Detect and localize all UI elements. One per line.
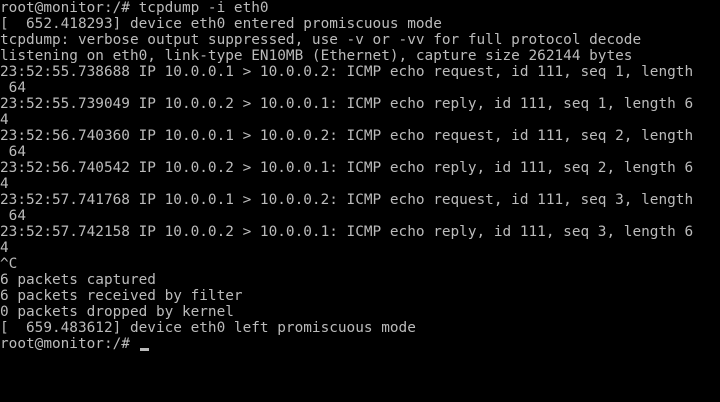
terminal-line-packet-wrap: 64	[0, 208, 26, 224]
terminal-line-packet-wrap: 4	[0, 240, 9, 256]
terminal-line-summary-dropped: 0 packets dropped by kernel	[0, 304, 234, 320]
terminal-line-command: root@monitor:/# tcpdump -i eth0	[0, 0, 269, 16]
shell-prompt: root@monitor:/#	[0, 336, 139, 352]
terminal-line-summary-captured: 6 packets captured	[0, 272, 156, 288]
terminal-line-packet-wrap: 64	[0, 80, 26, 96]
terminal-line-packet-wrap: 4	[0, 176, 9, 192]
text-cursor	[139, 348, 149, 351]
terminal-line-summary-received: 6 packets received by filter	[0, 288, 243, 304]
terminal-line-packet: 23:52:56.740360 IP 10.0.0.1 > 10.0.0.2: …	[0, 128, 694, 144]
terminal-line-kernel-message: [ 659.483612] device eth0 left promiscuo…	[0, 320, 416, 336]
terminal-screen[interactable]: root@monitor:/# tcpdump -i eth0 [ 652.41…	[0, 0, 720, 402]
terminal-line-interrupt: ^C	[0, 256, 18, 272]
terminal-line-packet-wrap: 4	[0, 112, 9, 128]
terminal-line-listening: listening on eth0, link-type EN10MB (Eth…	[0, 48, 633, 64]
terminal-line-packet: 23:52:57.741768 IP 10.0.0.1 > 10.0.0.2: …	[0, 192, 694, 208]
terminal-line-tcpdump-notice: tcpdump: verbose output suppressed, use …	[0, 32, 642, 48]
terminal-line-packet-wrap: 64	[0, 144, 26, 160]
terminal-line-packet: 23:52:57.742158 IP 10.0.0.2 > 10.0.0.1: …	[0, 224, 694, 240]
terminal-line-kernel-message: [ 652.418293] device eth0 entered promis…	[0, 16, 442, 32]
terminal-line-packet: 23:52:55.739049 IP 10.0.0.2 > 10.0.0.1: …	[0, 96, 694, 112]
terminal-prompt-line[interactable]: root@monitor:/#	[0, 336, 720, 352]
terminal-line-packet: 23:52:55.738688 IP 10.0.0.1 > 10.0.0.2: …	[0, 64, 694, 80]
terminal-line-packet: 23:52:56.740542 IP 10.0.0.2 > 10.0.0.1: …	[0, 160, 694, 176]
